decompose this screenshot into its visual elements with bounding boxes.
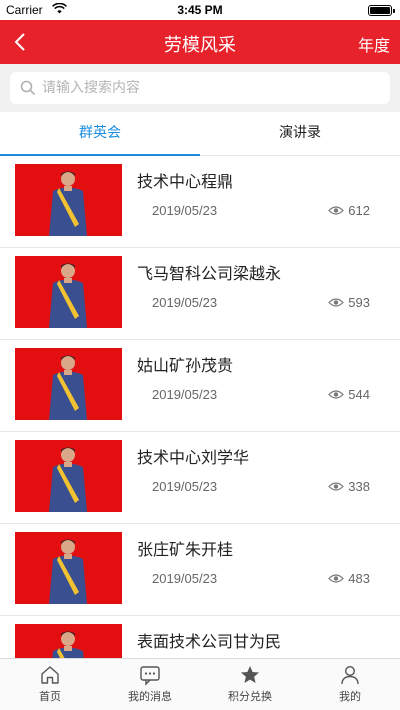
worker-photo	[15, 164, 122, 236]
battery-icon	[368, 5, 395, 16]
search-icon	[20, 80, 36, 100]
worker-name: 技术中心刘学华	[137, 448, 250, 467]
worker-name: 姑山矿孙茂贵	[137, 356, 234, 375]
tabbar-profile[interactable]: 我的	[300, 659, 400, 710]
worker-photo-figure	[52, 631, 84, 658]
list-item[interactable]: 技术中心程鼎 2019/05/23 612	[0, 156, 400, 248]
publish-date: 2019/05/23	[152, 203, 218, 218]
worker-photo-figure	[49, 539, 87, 604]
message-icon	[140, 666, 160, 686]
view-count: 593	[328, 295, 370, 310]
nav-bar: 劳模风采 年度	[0, 20, 400, 64]
user-icon	[341, 665, 359, 685]
year-filter-button[interactable]: 年度	[358, 32, 390, 56]
eye-icon	[328, 574, 345, 583]
model-worker-list: 技术中心程鼎 2019/05/23 612 飞马智科公司梁越永 2019/05/23 59…	[0, 156, 400, 658]
list-item[interactable]: 表面技术公司甘为民	[0, 616, 400, 658]
bottom-tab-bar: 首页 我的消息 积分兑换 我的	[0, 658, 400, 710]
view-count: 544	[328, 387, 370, 402]
publish-date: 2019/05/23	[152, 571, 218, 586]
eye-icon	[328, 390, 345, 399]
view-count-value: 483	[348, 571, 370, 586]
home-icon	[41, 666, 59, 684]
tabbar-profile-label: 我的	[339, 690, 361, 703]
list-item[interactable]: 技术中心刘学华 2019/05/23 338	[0, 432, 400, 524]
worker-photo	[15, 348, 122, 420]
view-count: 338	[328, 479, 370, 494]
tabbar-points-exchange[interactable]: 积分兑换	[200, 659, 300, 710]
worker-name: 张庄矿朱开桂	[137, 540, 234, 559]
worker-name: 表面技术公司甘为民	[137, 632, 282, 651]
worker-photo	[15, 532, 122, 604]
worker-photo-figure	[49, 263, 87, 328]
tabbar-messages-label: 我的消息	[128, 690, 172, 703]
status-bar: Carrier 3:45 PM	[0, 0, 400, 20]
tab-qunyinghui[interactable]: 群英会	[0, 112, 200, 156]
worker-photo	[15, 256, 122, 328]
worker-photo-figure	[49, 171, 87, 236]
eye-icon	[328, 298, 345, 307]
list-item[interactable]: 飞马智科公司梁越永 2019/05/23 593	[0, 248, 400, 340]
tabbar-home-label: 首页	[39, 690, 61, 703]
search-bar	[0, 64, 400, 112]
tabbar-home[interactable]: 首页	[0, 659, 100, 710]
list-item[interactable]: 姑山矿孙茂贵 2019/05/23 544	[0, 340, 400, 432]
page-title: 劳模风采	[164, 35, 236, 56]
tabbar-messages[interactable]: 我的消息	[100, 659, 200, 710]
search-input[interactable]	[42, 80, 390, 96]
eye-icon	[328, 206, 345, 215]
list-item[interactable]: 张庄矿朱开桂 2019/05/23 483	[0, 524, 400, 616]
worker-photo	[15, 624, 122, 658]
view-count-value: 338	[348, 479, 370, 494]
worker-name: 技术中心程鼎	[137, 172, 234, 191]
publish-date: 2019/05/23	[152, 295, 218, 310]
search-box	[10, 72, 390, 104]
star-icon	[241, 666, 259, 683]
worker-photo-figure	[49, 447, 87, 512]
worker-photo-figure	[49, 355, 87, 420]
view-count-value: 612	[348, 203, 370, 218]
view-count: 483	[328, 571, 370, 586]
view-count-value: 593	[348, 295, 370, 310]
segment-tabs: 群英会 演讲录	[0, 112, 400, 156]
publish-date: 2019/05/23	[152, 479, 218, 494]
worker-photo	[15, 440, 122, 512]
tab-yanjianglu[interactable]: 演讲录	[200, 112, 400, 155]
view-count: 612	[328, 203, 370, 218]
publish-date: 2019/05/23	[152, 387, 218, 402]
eye-icon	[328, 482, 345, 491]
tabbar-points-label: 积分兑换	[228, 690, 272, 703]
view-count-value: 544	[348, 387, 370, 402]
worker-name: 飞马智科公司梁越永	[137, 264, 282, 283]
clock: 3:45 PM	[177, 3, 223, 17]
